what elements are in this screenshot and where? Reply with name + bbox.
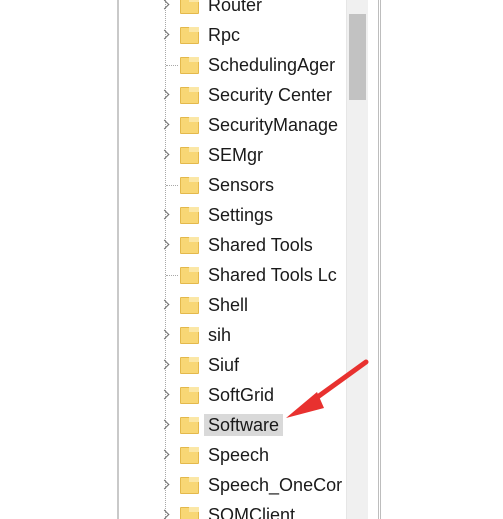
annotation-arrow-shaft <box>309 359 369 404</box>
annotation-arrow-head <box>286 392 324 418</box>
annotation-arrow <box>286 359 369 418</box>
